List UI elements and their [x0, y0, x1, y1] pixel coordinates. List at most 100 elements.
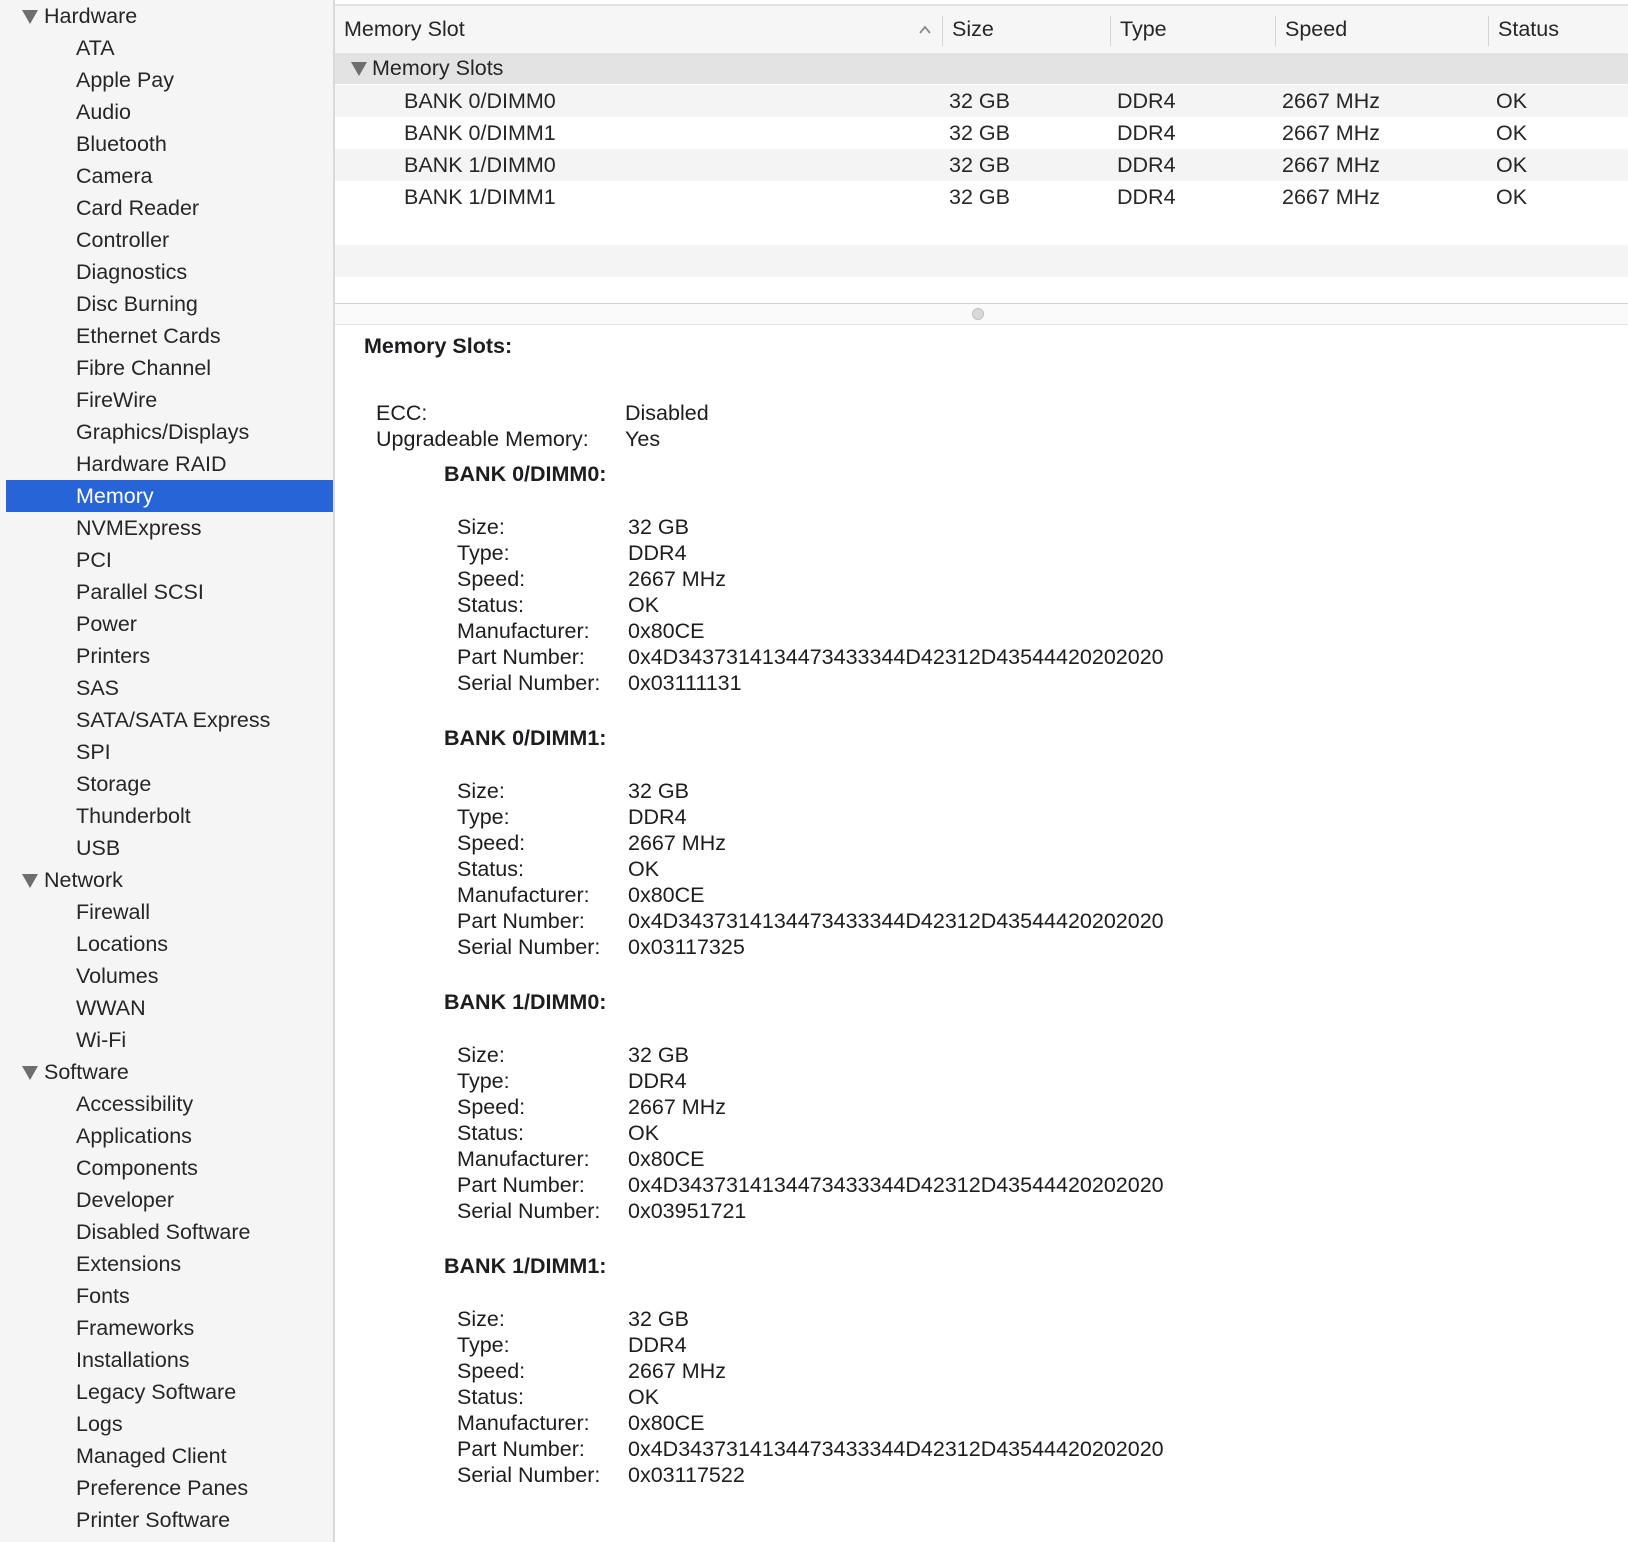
bank-title: BANK 0/DIMM1:: [444, 726, 607, 750]
disclosure-triangle-icon[interactable]: [22, 10, 38, 24]
sidebar-item-accessibility[interactable]: Accessibility: [0, 1088, 333, 1120]
cell-size: 32 GB: [949, 153, 1010, 177]
sidebar-group-software[interactable]: Software: [0, 1056, 333, 1088]
bank-field-value: DDR4: [628, 1333, 687, 1357]
sidebar-item-power[interactable]: Power: [0, 608, 333, 640]
sidebar-item-label: USB: [76, 836, 121, 860]
table-row[interactable]: BANK 0/DIMM0 32 GB DDR4 2667 MHz OK: [335, 85, 1628, 117]
detail-value: Yes: [625, 427, 661, 451]
sidebar-item-controller[interactable]: Controller: [0, 224, 333, 256]
sidebar-item-printers[interactable]: Printers: [0, 640, 333, 672]
sidebar-item-bluetooth[interactable]: Bluetooth: [0, 128, 333, 160]
sidebar-item-label: Logs: [76, 1412, 123, 1436]
table-row[interactable]: BANK 1/DIMM1 32 GB DDR4 2667 MHz OK: [335, 181, 1628, 213]
sidebar-item-extensions[interactable]: Extensions: [0, 1248, 333, 1280]
column-header-memory-slot[interactable]: Memory Slot: [335, 6, 915, 53]
sidebar-item-firewall[interactable]: Firewall: [0, 896, 333, 928]
sidebar-item-volumes[interactable]: Volumes: [0, 960, 333, 992]
empty-table-row: [335, 213, 1628, 245]
sidebar-item-label: Firewall: [76, 900, 151, 924]
sidebar-item-label: SATA/SATA Express: [76, 708, 271, 732]
sidebar-item-sata-sata-express[interactable]: SATA/SATA Express: [0, 704, 333, 736]
sort-ascending-icon[interactable]: [918, 23, 932, 37]
sidebar-item-pci[interactable]: PCI: [0, 544, 333, 576]
sidebar-item-sas[interactable]: SAS: [0, 672, 333, 704]
sidebar-item-firewire[interactable]: FireWire: [0, 384, 333, 416]
sidebar-group-hardware[interactable]: Hardware: [0, 0, 333, 32]
column-header-type[interactable]: Type: [1111, 6, 1273, 53]
bank-field-key: Serial Number:: [457, 1199, 601, 1223]
bank-field-value: 0x4D3437314134473433344D42312D4354442020…: [628, 909, 1164, 933]
cell-size: 32 GB: [949, 121, 1010, 145]
table-row[interactable]: BANK 0/DIMM1 32 GB DDR4 2667 MHz OK: [335, 117, 1628, 149]
sidebar-item-fibre-channel[interactable]: Fibre Channel: [0, 352, 333, 384]
column-header-size[interactable]: Size: [943, 6, 1109, 53]
sidebar-item-spi[interactable]: SPI: [0, 736, 333, 768]
sidebar-item-diagnostics[interactable]: Diagnostics: [0, 256, 333, 288]
sidebar-group-network[interactable]: Network: [0, 864, 333, 896]
sidebar-item-memory[interactable]: Memory: [6, 480, 333, 512]
sidebar-item-wwan[interactable]: WWAN: [0, 992, 333, 1024]
sidebar-item-label: Fibre Channel: [76, 356, 212, 380]
disclosure-triangle-icon[interactable]: [22, 1066, 38, 1080]
sidebar-item-label: Parallel SCSI: [76, 580, 204, 604]
cell-status: OK: [1496, 153, 1528, 177]
cell-type: DDR4: [1117, 185, 1176, 209]
bank-field-key: Serial Number:: [457, 671, 601, 695]
sidebar-item-managed-client[interactable]: Managed Client: [0, 1440, 333, 1472]
table-group-row-memory-slots[interactable]: Memory Slots: [335, 53, 1628, 84]
sidebar-item-legacy-software[interactable]: Legacy Software: [0, 1376, 333, 1408]
sidebar-item-hardware-raid[interactable]: Hardware RAID: [0, 448, 333, 480]
sidebar-item-apple-pay[interactable]: Apple Pay: [0, 64, 333, 96]
sidebar-item-applications[interactable]: Applications: [0, 1120, 333, 1152]
sidebar-item-thunderbolt[interactable]: Thunderbolt: [0, 800, 333, 832]
sidebar-group-label: Software: [44, 1060, 129, 1084]
bank-field-key: Manufacturer:: [457, 1411, 590, 1435]
sidebar-item-label: Disabled Software: [76, 1220, 251, 1244]
sidebar-item-storage[interactable]: Storage: [0, 768, 333, 800]
bank-field-value: 0x80CE: [628, 1411, 705, 1435]
split-view-divider[interactable]: [335, 303, 1628, 325]
column-header-speed[interactable]: Speed: [1276, 6, 1476, 53]
sidebar-item-audio[interactable]: Audio: [0, 96, 333, 128]
bank-field-key: Speed:: [457, 1095, 526, 1119]
sidebar-item-label: Thunderbolt: [76, 804, 191, 828]
sidebar-item-graphics-displays[interactable]: Graphics/Displays: [0, 416, 333, 448]
bank-field-key: Speed:: [457, 1359, 526, 1383]
sidebar-group-label: Network: [44, 868, 123, 892]
sidebar-item-locations[interactable]: Locations: [0, 928, 333, 960]
bank-field-key: Type:: [457, 1333, 510, 1357]
bank-field-key: Manufacturer:: [457, 619, 590, 643]
sidebar-item-developer[interactable]: Developer: [0, 1184, 333, 1216]
bank-field-value: 2667 MHz: [628, 567, 726, 591]
sidebar-item-logs[interactable]: Logs: [0, 1408, 333, 1440]
sidebar-item-disc-burning[interactable]: Disc Burning: [0, 288, 333, 320]
sidebar-item-fonts[interactable]: Fonts: [0, 1280, 333, 1312]
sidebar-item-wi-fi[interactable]: Wi-Fi: [0, 1024, 333, 1056]
sidebar-item-label: WWAN: [76, 996, 146, 1020]
sidebar-item-printer-software[interactable]: Printer Software: [0, 1504, 333, 1536]
column-header-status[interactable]: Status: [1489, 6, 1628, 53]
disclosure-triangle-icon[interactable]: [351, 62, 367, 76]
bank-field-value: OK: [628, 1385, 660, 1409]
sidebar-item-parallel-scsi[interactable]: Parallel SCSI: [0, 576, 333, 608]
sidebar-item-frameworks[interactable]: Frameworks: [0, 1312, 333, 1344]
sidebar-item-usb[interactable]: USB: [0, 832, 333, 864]
sidebar-item-label: Diagnostics: [76, 260, 188, 284]
table-row[interactable]: BANK 1/DIMM0 32 GB DDR4 2667 MHz OK: [335, 149, 1628, 181]
sidebar-item-components[interactable]: Components: [0, 1152, 333, 1184]
sidebar-item-ethernet-cards[interactable]: Ethernet Cards: [0, 320, 333, 352]
sidebar-item-preference-panes[interactable]: Preference Panes: [0, 1472, 333, 1504]
sidebar-item-installations[interactable]: Installations: [0, 1344, 333, 1376]
sidebar-item-disabled-software[interactable]: Disabled Software: [0, 1216, 333, 1248]
sidebar-item-card-reader[interactable]: Card Reader: [0, 192, 333, 224]
disclosure-triangle-icon[interactable]: [22, 874, 38, 888]
split-handle-icon[interactable]: [972, 308, 984, 320]
sidebar-item-camera[interactable]: Camera: [0, 160, 333, 192]
bank-field-key: Part Number:: [457, 909, 585, 933]
sidebar-item-label: Installations: [76, 1348, 190, 1372]
sidebar-item-nvmexpress[interactable]: NVMExpress: [0, 512, 333, 544]
sidebar-item-ata[interactable]: ATA: [0, 32, 333, 64]
bank-field-key: Manufacturer:: [457, 1147, 590, 1171]
detail-value: Disabled: [625, 401, 709, 425]
